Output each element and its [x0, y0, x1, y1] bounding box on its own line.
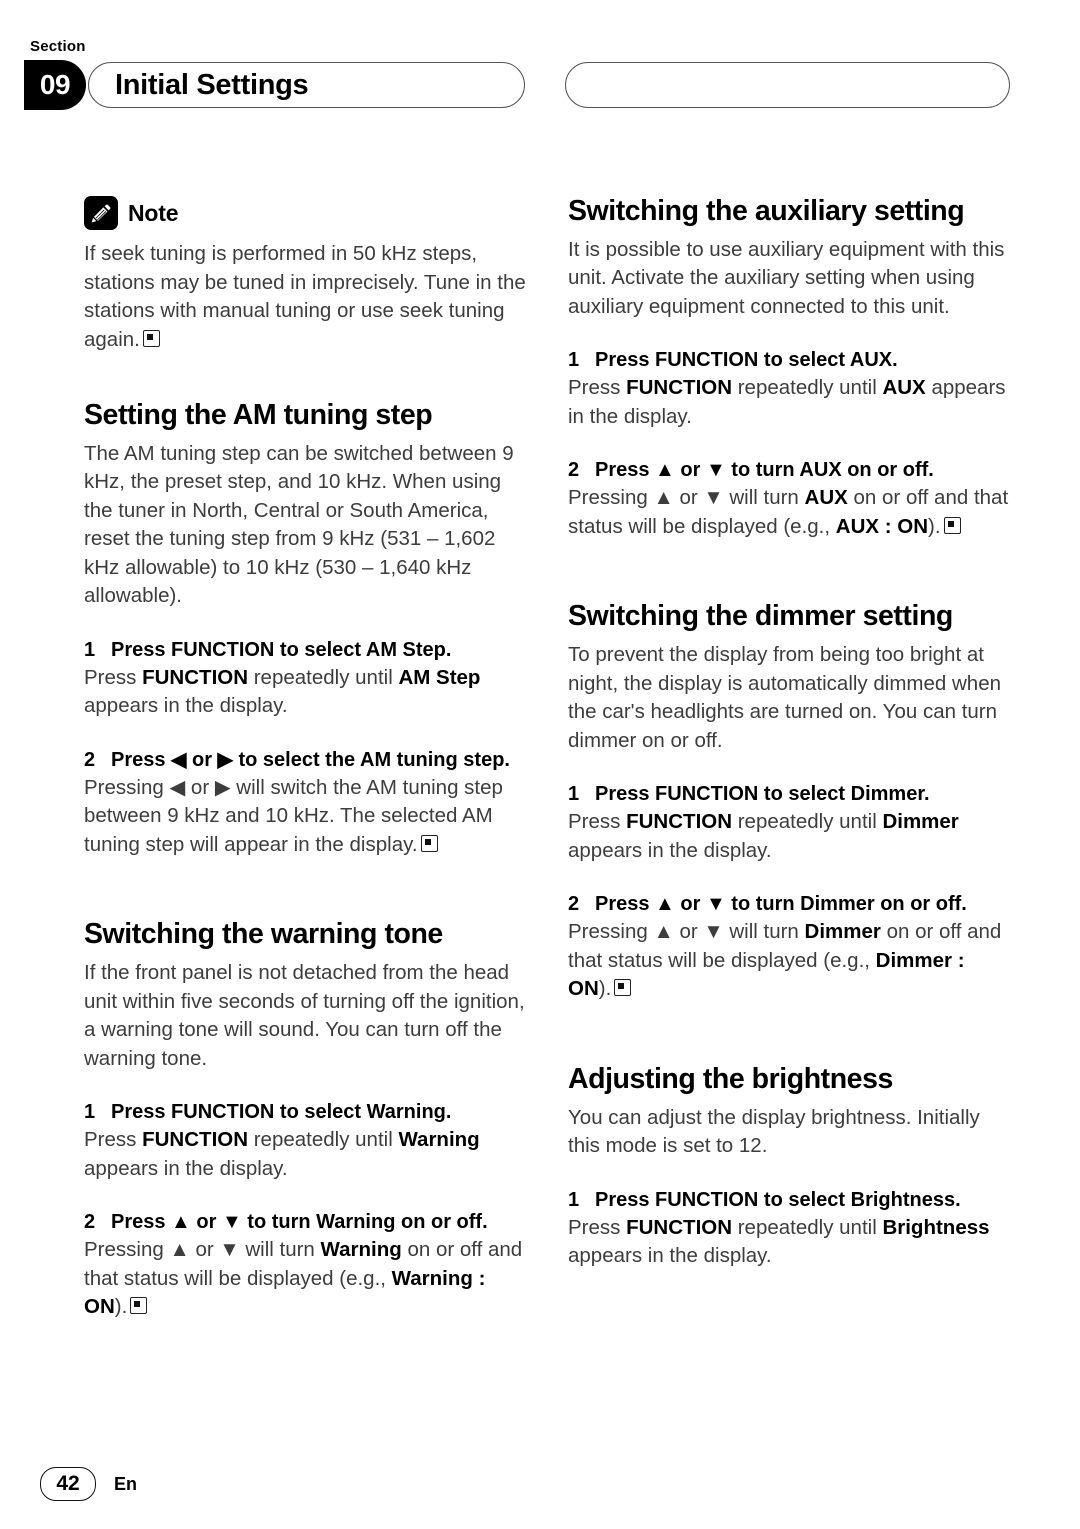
- section-heading: Switching the auxiliary setting: [568, 195, 965, 227]
- step-heading-text: Press ▲ or ▼ to turn Warning on or off.: [111, 1211, 488, 1234]
- end-of-section-icon: [130, 1297, 148, 1315]
- step-number: 1: [84, 1101, 96, 1124]
- step-number: 2: [568, 459, 580, 482]
- step-heading: 2 Press ◀ or ▶ to select the AM tuning st…: [84, 747, 528, 774]
- step-number: 2: [84, 1211, 96, 1234]
- step-heading-text: Press FUNCTION to select Dimmer.: [595, 783, 930, 806]
- section-intro: To prevent the display from being too br…: [568, 643, 1001, 752]
- step-item: 1 Press FUNCTION to select Brightness. Pr…: [568, 1187, 1012, 1271]
- section-label: Section: [30, 38, 86, 55]
- step-heading: 1 Press FUNCTION to select AM Step.: [84, 637, 528, 664]
- step-item: 1 Press FUNCTION to select Dimmer. Press …: [568, 781, 1012, 865]
- step-item: 2 Press ▲ or ▼ to turn AUX on or off. Pre…: [568, 457, 1012, 541]
- section-intro: You can adjust the display brightness. I…: [568, 1105, 980, 1158]
- end-of-section-icon: [614, 979, 632, 997]
- page-title-pill-right: [565, 62, 1010, 108]
- section-heading: Adjusting the brightness: [568, 1062, 893, 1095]
- section-dimmer-setting: Switching the dimmer setting To prevent …: [568, 600, 1012, 1004]
- note-header: Note: [84, 196, 528, 230]
- step-heading: 1 Press FUNCTION to select Brightness.: [568, 1187, 1012, 1214]
- note-text: If seek tuning is performed in 50 kHz st…: [84, 242, 526, 351]
- step-description: Pressing ◀ or ▶ will switch the AM tunin…: [84, 775, 503, 856]
- section-warning-tone: Switching the warning tone If the front …: [84, 918, 528, 1322]
- note-block: Note If seek tuning is performed in 50 k…: [84, 196, 528, 354]
- step-heading-text: Press ▲ or ▼ to turn AUX on or off.: [595, 459, 934, 482]
- step-heading: 2 Press ▲ or ▼ to turn Dimmer on or off.: [568, 891, 1012, 918]
- page-footer: 42 En: [40, 1467, 137, 1501]
- step-item: 2 Press ▲ or ▼ to turn Warning on or off.…: [84, 1209, 528, 1322]
- section-heading: Switching the dimmer setting: [568, 600, 953, 633]
- language-code: En: [114, 1473, 138, 1494]
- step-description: Press FUNCTION repeatedly until AM Step …: [84, 665, 481, 718]
- page-number: 42: [40, 1467, 96, 1501]
- step-item: 1 Press FUNCTION to select AUX. Press FUN…: [568, 347, 1012, 431]
- step-description: Pressing ▲ or ▼ will turn Warning on or …: [84, 1238, 523, 1319]
- step-number: 1: [568, 1188, 580, 1211]
- step-description: Press FUNCTION repeatedly until Brightne…: [568, 1215, 990, 1268]
- section-number-badge: 09: [24, 60, 86, 110]
- step-heading-text: Press FUNCTION to select AUX.: [595, 349, 898, 372]
- step-description: Press FUNCTION repeatedly until Warning …: [84, 1128, 480, 1180]
- section-am-tuning-step: Setting the AM tuning step The AM tuning…: [84, 399, 528, 860]
- section-intro: It is possible to use auxiliary equipmen…: [568, 237, 1005, 318]
- step-heading-text: Press ▲ or ▼ to turn Dimmer on or off.: [595, 893, 967, 916]
- step-heading: 1 Press FUNCTION to select Dimmer.: [568, 781, 1012, 808]
- step-number: 1: [568, 783, 580, 806]
- step-item: 2 Press ◀ or ▶ to select the AM tuning st…: [84, 747, 528, 860]
- step-description: Press FUNCTION repeatedly until Dimmer a…: [568, 810, 959, 862]
- step-description: Pressing ▲ or ▼ will turn AUX on or off …: [568, 486, 1009, 538]
- end-of-section-icon: [943, 516, 961, 534]
- pencil-icon: [84, 196, 118, 230]
- step-item: 1 Press FUNCTION to select Warning. Press…: [84, 1099, 528, 1183]
- step-number: 2: [84, 748, 96, 771]
- step-heading-text: Press FUNCTION to select AM Step.: [111, 638, 452, 661]
- step-item: 2 Press ▲ or ▼ to turn Dimmer on or off. …: [568, 891, 1012, 1004]
- step-description: Press FUNCTION repeatedly until AUX appe…: [568, 376, 1006, 428]
- page-title-pill: Initial Settings: [88, 62, 525, 108]
- step-number: 1: [568, 349, 580, 372]
- right-column: Switching the auxiliary setting It is po…: [568, 195, 1012, 1271]
- step-heading-text: Press FUNCTION to select Warning.: [111, 1101, 452, 1124]
- step-number: 1: [84, 638, 96, 661]
- page-title: Initial Settings: [115, 68, 309, 101]
- page-header: Section 09 Initial Settings: [0, 38, 1080, 116]
- step-heading: 1 Press FUNCTION to select AUX.: [568, 347, 1012, 374]
- left-column: Note If seek tuning is performed in 50 k…: [84, 196, 528, 1322]
- section-brightness: Adjusting the brightness You can adjust …: [568, 1062, 1012, 1271]
- step-heading: 2 Press ▲ or ▼ to turn AUX on or off.: [568, 457, 1012, 484]
- step-heading: 1 Press FUNCTION to select Warning.: [84, 1099, 528, 1126]
- step-heading-text: Press ◀ or ▶ to select the AM tuning ste…: [111, 748, 510, 771]
- step-heading-text: Press FUNCTION to select Brightness.: [595, 1188, 961, 1211]
- section-auxiliary-setting: Switching the auxiliary setting It is po…: [568, 195, 1012, 541]
- section-intro: The AM tuning step can be switched betwe…: [84, 441, 514, 608]
- section-intro: If the front panel is not detached from …: [84, 961, 525, 1070]
- step-heading: 2 Press ▲ or ▼ to turn Warning on or off.: [84, 1209, 528, 1236]
- end-of-section-icon: [420, 834, 438, 852]
- section-heading: Setting the AM tuning step: [84, 399, 433, 431]
- step-number: 2: [568, 893, 580, 916]
- step-item: 1 Press FUNCTION to select AM Step. Press…: [84, 637, 528, 721]
- end-of-section-icon: [142, 329, 160, 347]
- section-heading: Switching the warning tone: [84, 918, 443, 951]
- step-description: Pressing ▲ or ▼ will turn Dimmer on or o…: [568, 920, 1002, 1001]
- note-title: Note: [128, 199, 179, 226]
- manual-page: Section 09 Initial Settings Note If seek…: [0, 0, 1080, 1529]
